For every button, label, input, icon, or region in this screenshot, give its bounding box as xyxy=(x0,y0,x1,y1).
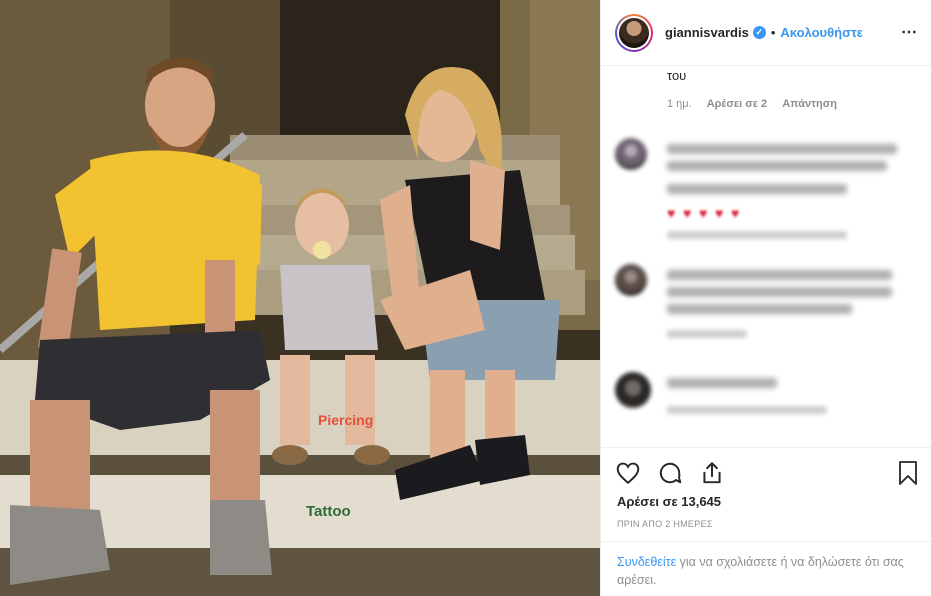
more-options-icon[interactable]: ⋯ xyxy=(901,22,918,42)
post-actions: Αρέσει σε 13,645 ΠΡΙΝ ΑΠΟ 2 ΗΜΕΡΕΣ Συνδε… xyxy=(601,447,931,596)
commenter-avatar xyxy=(615,264,647,296)
login-prompt: Συνδεθείτε για να σχολιάσετε ή να δηλώσε… xyxy=(601,541,931,596)
wall-text-piercing: Piercing xyxy=(318,412,373,428)
wall-text-tattoo: Tattoo xyxy=(306,503,351,520)
heart-icon[interactable] xyxy=(615,460,641,486)
comment-icon[interactable] xyxy=(657,460,683,486)
comment-meta: 1 ημ. Αρέσει σε 2 Απάντηση xyxy=(667,98,837,110)
bookmark-icon[interactable] xyxy=(896,460,920,486)
commenter-avatar xyxy=(615,372,651,408)
comment-reply-button[interactable]: Απάντηση xyxy=(782,98,837,110)
share-icon[interactable] xyxy=(699,460,725,486)
commenter-avatar xyxy=(615,138,647,170)
avatar[interactable] xyxy=(615,13,653,52)
post-header: giannisvardis ✓ • Ακολουθήστε ⋯ xyxy=(601,0,931,66)
post-sidebar: giannisvardis ✓ • Ακολουθήστε ⋯ του 1 ημ… xyxy=(600,0,931,596)
comment-text-tail: του xyxy=(667,68,687,83)
post-photo[interactable]: Piercing Tattoo xyxy=(0,0,600,596)
username-link[interactable]: giannisvardis xyxy=(665,25,749,40)
avatar-image xyxy=(619,17,649,48)
post-timestamp[interactable]: ΠΡΙΝ ΑΠΟ 2 ΗΜΕΡΕΣ xyxy=(617,519,713,529)
login-link[interactable]: Συνδεθείτε xyxy=(617,555,676,569)
follow-button[interactable]: Ακολουθήστε xyxy=(780,25,863,40)
comment-likes[interactable]: Αρέσει σε 2 xyxy=(707,98,768,110)
comments-list[interactable]: του 1 ημ. Αρέσει σε 2 Απάντηση ♥ ♥ ♥ ♥ ♥ xyxy=(601,66,931,446)
verified-badge-icon: ✓ xyxy=(752,26,766,39)
separator-dot: • xyxy=(770,25,776,40)
heart-emojis: ♥ ♥ ♥ ♥ ♥ xyxy=(667,205,740,221)
comment-time[interactable]: 1 ημ. xyxy=(667,98,692,110)
likes-count[interactable]: Αρέσει σε 13,645 xyxy=(617,494,721,509)
photo-scene: Piercing Tattoo xyxy=(0,0,600,596)
